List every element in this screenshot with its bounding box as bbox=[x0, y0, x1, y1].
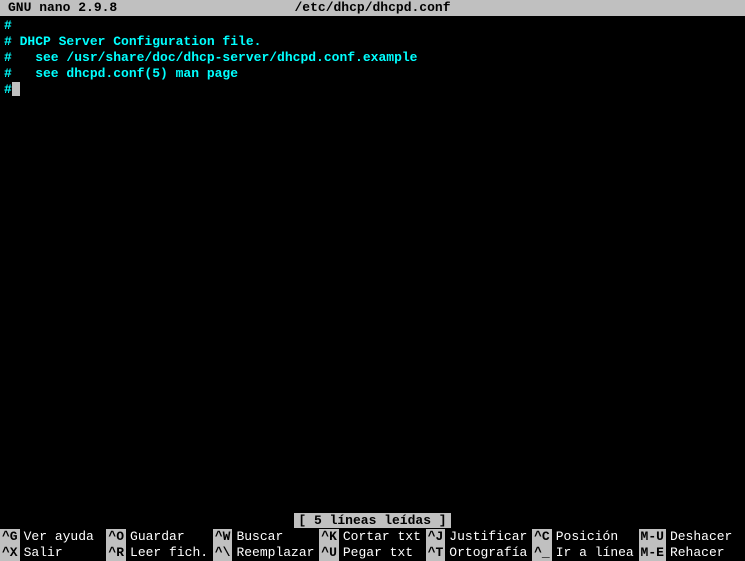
help-paste[interactable]: ^UPegar txt bbox=[319, 545, 425, 561]
help-redo[interactable]: M-ERehacer bbox=[639, 545, 745, 561]
help-key: ^J bbox=[426, 529, 446, 545]
help-label: Rehacer bbox=[666, 545, 725, 561]
help-undo[interactable]: M-UDeshacer bbox=[639, 529, 745, 545]
help-key: ^_ bbox=[532, 545, 552, 561]
help-label: Reemplazar bbox=[232, 545, 314, 561]
editor-line: # see /usr/share/doc/dhcp-server/dhcpd.c… bbox=[4, 50, 741, 66]
help-key: ^T bbox=[426, 545, 446, 561]
help-spell[interactable]: ^TOrtografía bbox=[426, 545, 532, 561]
help-goto[interactable]: ^_Ir a línea bbox=[532, 545, 638, 561]
help-bar: ^GVer ayuda ^OGuardar ^WBuscar ^KCortar … bbox=[0, 529, 745, 561]
editor-line: # bbox=[4, 18, 741, 34]
app-name: GNU nano 2.9.8 bbox=[0, 0, 117, 16]
editor-area[interactable]: # # DHCP Server Configuration file. # se… bbox=[0, 16, 745, 100]
help-exit[interactable]: ^XSalir bbox=[0, 545, 106, 561]
help-key: M-U bbox=[639, 529, 666, 545]
help-cut[interactable]: ^KCortar txt bbox=[319, 529, 425, 545]
help-get-help[interactable]: ^GVer ayuda bbox=[0, 529, 106, 545]
help-label: Salir bbox=[20, 545, 63, 561]
help-label: Buscar bbox=[232, 529, 283, 545]
help-key: ^R bbox=[106, 545, 126, 561]
help-row-2: ^XSalir ^RLeer fich. ^\Reemplazar ^UPega… bbox=[0, 545, 745, 561]
help-key: ^O bbox=[106, 529, 126, 545]
editor-line: # bbox=[4, 82, 741, 98]
editor-line: # see dhcpd.conf(5) man page bbox=[4, 66, 741, 82]
help-key: ^C bbox=[532, 529, 552, 545]
help-key: ^X bbox=[0, 545, 20, 561]
help-search[interactable]: ^WBuscar bbox=[213, 529, 319, 545]
help-label: Ver ayuda bbox=[20, 529, 94, 545]
help-key: ^K bbox=[319, 529, 339, 545]
help-key: ^W bbox=[213, 529, 233, 545]
help-key: ^\ bbox=[213, 545, 233, 561]
help-key: ^G bbox=[0, 529, 20, 545]
help-label: Deshacer bbox=[666, 529, 732, 545]
help-label: Cortar txt bbox=[339, 529, 421, 545]
help-position[interactable]: ^CPosición bbox=[532, 529, 638, 545]
help-label: Justificar bbox=[445, 529, 527, 545]
help-key: M-E bbox=[639, 545, 666, 561]
help-label: Guardar bbox=[126, 529, 185, 545]
help-label: Posición bbox=[552, 529, 618, 545]
status-message: [ 5 líneas leídas ] bbox=[294, 513, 450, 528]
text-cursor bbox=[12, 82, 20, 96]
editor-line: # DHCP Server Configuration file. bbox=[4, 34, 741, 50]
help-readfile[interactable]: ^RLeer fich. bbox=[106, 545, 212, 561]
help-key: ^U bbox=[319, 545, 339, 561]
help-justify[interactable]: ^JJustificar bbox=[426, 529, 532, 545]
titlebar: GNU nano 2.9.8 /etc/dhcp/dhcpd.conf bbox=[0, 0, 745, 16]
help-row-1: ^GVer ayuda ^OGuardar ^WBuscar ^KCortar … bbox=[0, 529, 745, 545]
help-writeout[interactable]: ^OGuardar bbox=[106, 529, 212, 545]
help-replace[interactable]: ^\Reemplazar bbox=[213, 545, 319, 561]
help-label: Leer fich. bbox=[126, 545, 208, 561]
help-label: Ortografía bbox=[445, 545, 527, 561]
help-label: Pegar txt bbox=[339, 545, 413, 561]
filename: /etc/dhcp/dhcpd.conf bbox=[294, 0, 450, 16]
status-line: [ 5 líneas leídas ] bbox=[0, 513, 745, 529]
help-label: Ir a línea bbox=[552, 545, 634, 561]
